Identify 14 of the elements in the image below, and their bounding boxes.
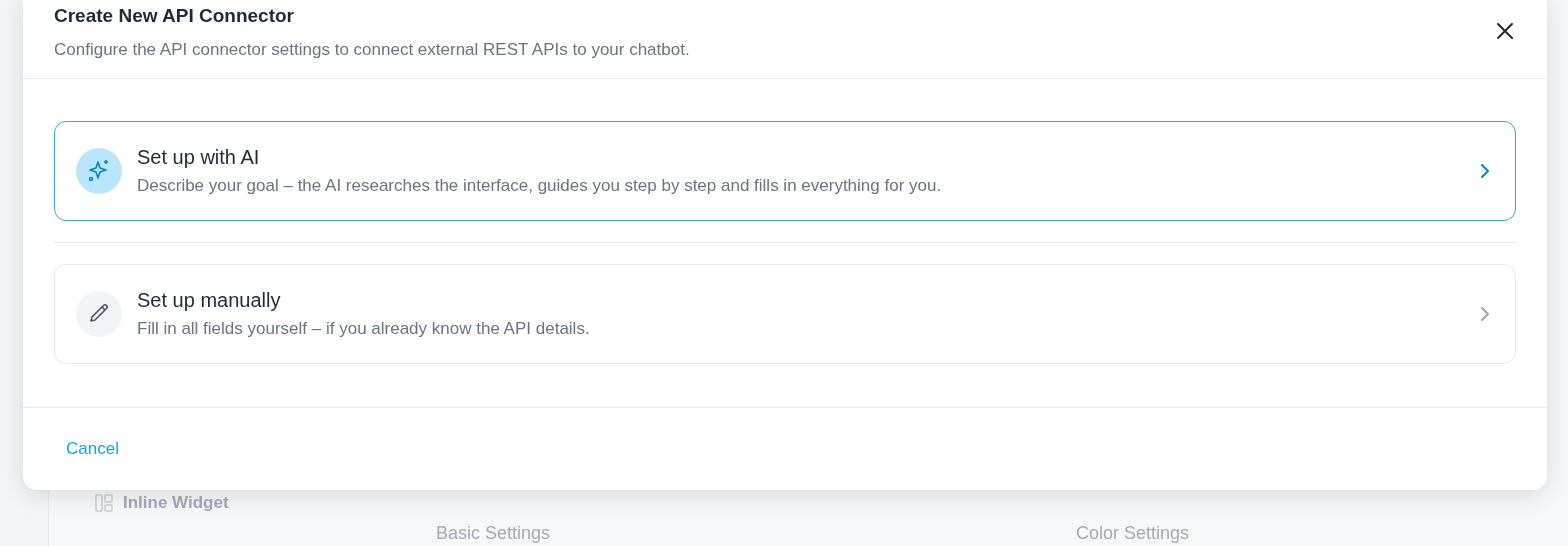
option-card[interactable]: Set up manually Fill in all fields yourself – if you already know the API details. <box>54 264 1516 364</box>
close-icon <box>1496 22 1514 40</box>
option-title: Set up manually <box>137 288 282 312</box>
dialog-subtitle: Configure the API connector settings to connect external REST APIs to your chatbot. <box>54 39 690 61</box>
option-description: Describe your goal – the AI researches the interface, guides you step by step and fills in everything for you. <box>137 175 943 197</box>
option-description: Fill in all fields yourself – if you already know the API details. <box>137 318 591 340</box>
dialog-title: Create New API Connector <box>54 4 295 28</box>
chevron-right-icon <box>1480 163 1490 179</box>
option-title: Set up with AI <box>137 145 261 169</box>
section-heading: Basic Settings <box>435 522 551 544</box>
chevron-right-icon <box>1480 306 1490 322</box>
section-heading: Color Settings <box>1075 522 1190 544</box>
option-card[interactable]: Set up with AI Describe your goal – the AI researches the interface, guides you step by step and fills in everything for you. <box>54 121 1516 221</box>
layout-icon <box>95 493 113 512</box>
